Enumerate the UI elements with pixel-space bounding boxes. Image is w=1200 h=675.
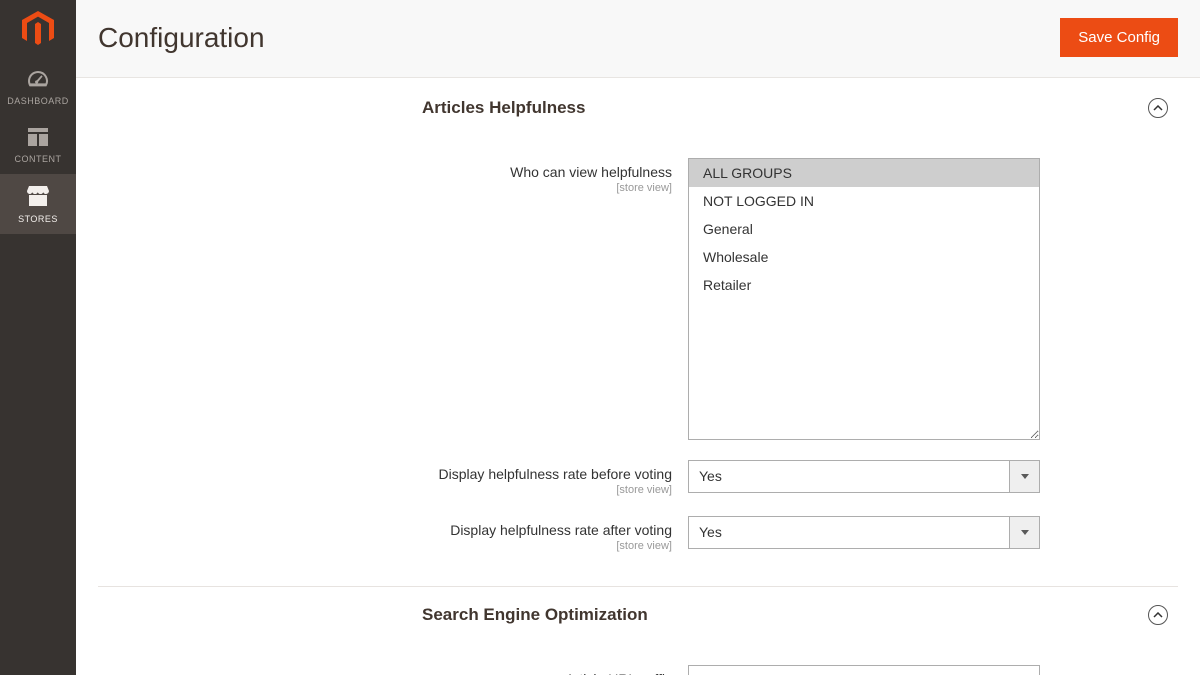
- multiselect-option[interactable]: NOT LOGGED IN: [689, 187, 1039, 215]
- select-value: Yes: [689, 517, 1009, 548]
- caret-down-icon: [1021, 474, 1029, 479]
- field-scope: [store view]: [98, 182, 672, 194]
- rate-after-select[interactable]: Yes: [688, 516, 1040, 549]
- field-label: Display helpfulness rate before voting […: [98, 460, 688, 496]
- sidebar-item-stores[interactable]: STORES: [0, 174, 76, 234]
- content-icon: [28, 128, 48, 148]
- multiselect-option[interactable]: Retailer: [689, 271, 1039, 299]
- section-title: Articles Helpfulness: [422, 98, 585, 118]
- field-display-rate-after-voting: Display helpfulness rate after voting [s…: [98, 516, 1178, 552]
- multiselect-option[interactable]: General: [689, 215, 1039, 243]
- field-who-can-view-helpfulness: Who can view helpfulness [store view] AL…: [98, 158, 1178, 440]
- field-scope: [store view]: [98, 540, 672, 552]
- multiselect-option[interactable]: Wholesale: [689, 243, 1039, 271]
- page-header: Configuration Save Config: [76, 0, 1200, 78]
- field-label: Who can view helpfulness [store view]: [98, 158, 688, 194]
- field-label: Article URL suffix [store view]: [98, 665, 688, 675]
- dashboard-icon: [27, 70, 49, 90]
- section-seo: Search Engine Optimization Article URL s…: [98, 572, 1178, 675]
- multiselect-option[interactable]: ALL GROUPS: [689, 159, 1039, 187]
- config-form: Articles Helpfulness Who can view helpfu…: [76, 78, 1200, 675]
- section-header[interactable]: Articles Helpfulness: [98, 92, 1178, 132]
- admin-sidebar: DASHBOARD CONTENT STORES: [0, 0, 76, 675]
- who-can-view-multiselect[interactable]: ALL GROUPS NOT LOGGED IN General Wholesa…: [688, 158, 1040, 440]
- field-display-rate-before-voting: Display helpfulness rate before voting […: [98, 460, 1178, 496]
- rate-before-select[interactable]: Yes: [688, 460, 1040, 493]
- collapse-toggle[interactable]: [1148, 98, 1168, 118]
- section-body: Who can view helpfulness [store view] AL…: [98, 132, 1178, 552]
- caret-down-icon: [1021, 530, 1029, 535]
- select-arrow: [1009, 517, 1039, 548]
- sidebar-item-label: DASHBOARD: [7, 96, 69, 106]
- chevron-up-icon: [1153, 105, 1163, 111]
- select-value: Yes: [689, 461, 1009, 492]
- url-suffix-input[interactable]: [688, 665, 1040, 675]
- magento-logo[interactable]: [0, 0, 76, 58]
- sidebar-item-label: CONTENT: [15, 154, 62, 164]
- collapse-toggle[interactable]: [1148, 605, 1168, 625]
- chevron-up-icon: [1153, 612, 1163, 618]
- section-articles-helpfulness: Articles Helpfulness Who can view helpfu…: [98, 78, 1178, 552]
- field-article-url-suffix: Article URL suffix [store view]: [98, 665, 1178, 675]
- page-title: Configuration: [98, 22, 265, 54]
- section-header[interactable]: Search Engine Optimization: [98, 586, 1178, 639]
- section-body: Article URL suffix [store view]: [98, 639, 1178, 675]
- main-content: Configuration Save Config Articles Helpf…: [76, 0, 1200, 675]
- field-scope: [store view]: [98, 484, 672, 496]
- field-label: Display helpfulness rate after voting [s…: [98, 516, 688, 552]
- sidebar-item-content[interactable]: CONTENT: [0, 116, 76, 174]
- magento-logo-icon: [22, 11, 54, 47]
- stores-icon: [27, 186, 49, 208]
- save-config-button[interactable]: Save Config: [1060, 18, 1178, 57]
- select-arrow: [1009, 461, 1039, 492]
- section-title: Search Engine Optimization: [422, 605, 648, 625]
- sidebar-item-dashboard[interactable]: DASHBOARD: [0, 58, 76, 116]
- sidebar-item-label: STORES: [18, 214, 58, 224]
